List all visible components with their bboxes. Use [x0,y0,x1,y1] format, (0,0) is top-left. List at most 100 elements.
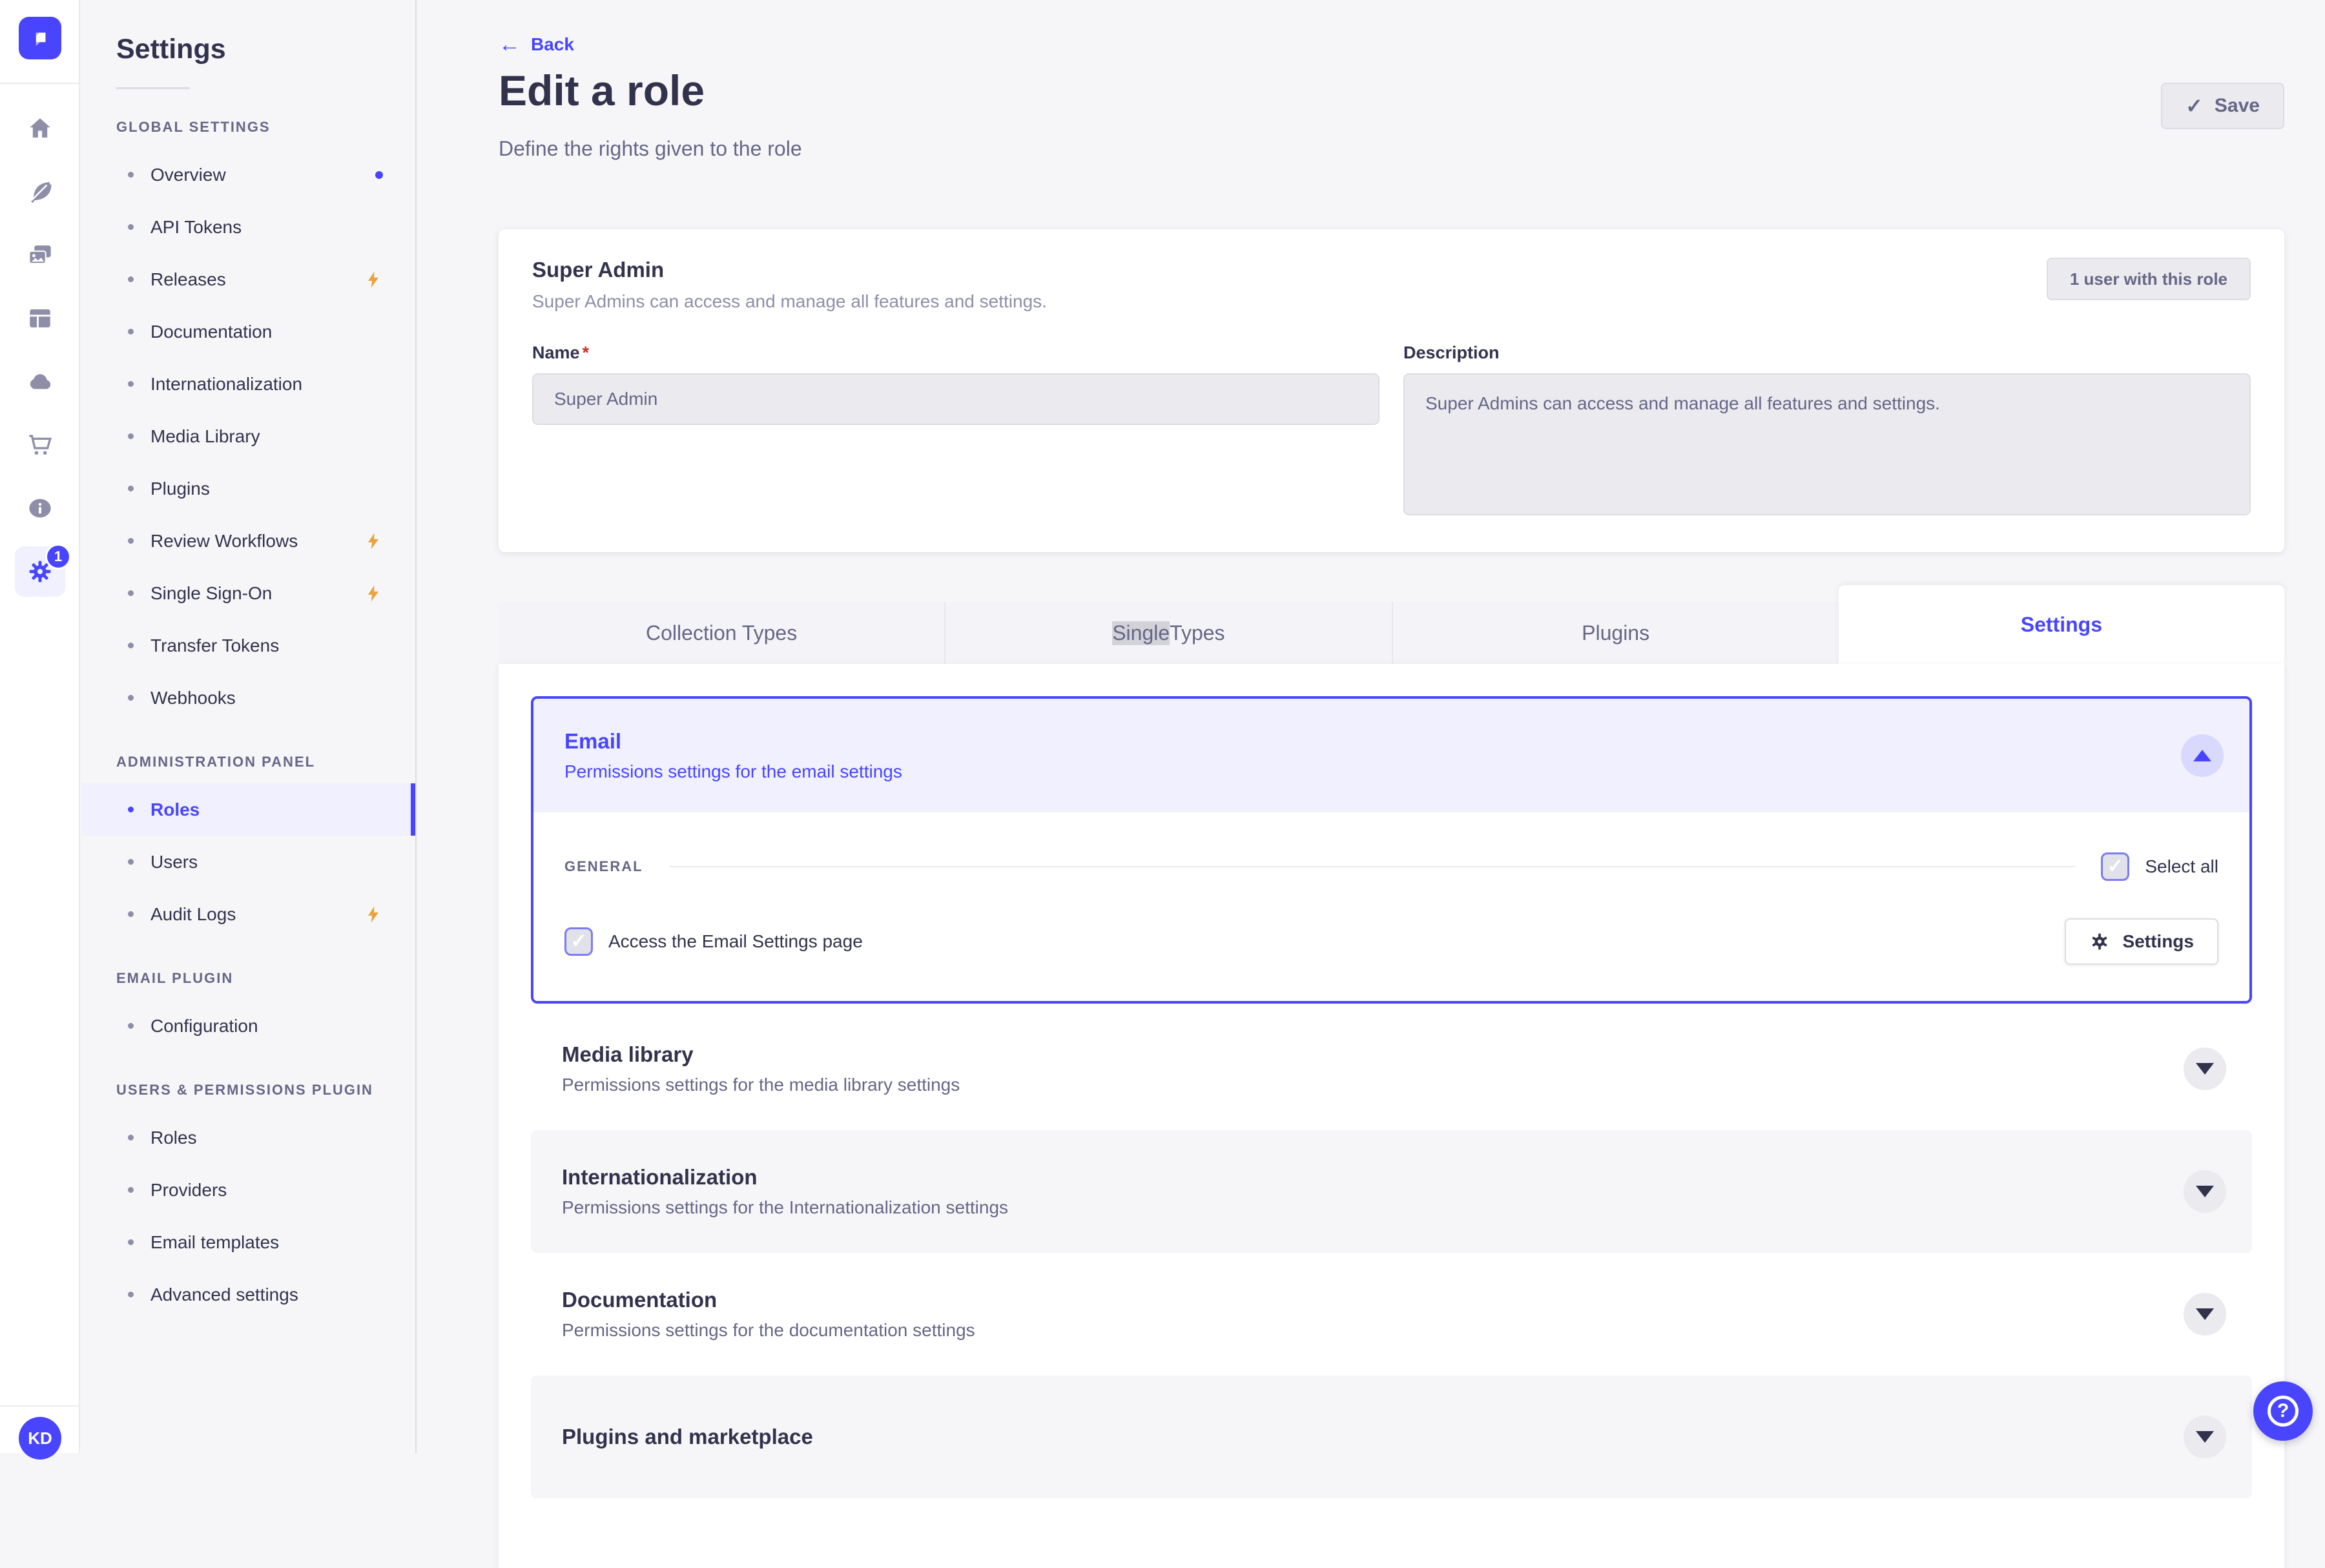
role-details-card: Super Admin Super Admins can access and … [499,229,2284,552]
settings-permissions-panel: Email Permissions settings for the email… [499,664,2284,1568]
sidebar-item-email-templates[interactable]: Email templates [81,1216,415,1268]
sidebar-item-webhooks[interactable]: Webhooks [81,672,415,724]
cloud-icon[interactable] [0,350,80,413]
layout-icon[interactable] [0,287,80,350]
sidebar-item-plugins[interactable]: Plugins [81,462,415,515]
save-button[interactable]: ✓ Save [2161,83,2284,129]
permissions-tabs: Collection Types Single Types Plugins Se… [499,585,2284,664]
tab-settings[interactable]: Settings [1838,585,2284,664]
sidebar-title-divider [116,87,190,89]
lightning-icon [364,531,383,551]
bullet-icon [128,329,134,335]
bullet-icon [128,224,134,230]
marketplace-cart-icon[interactable] [0,413,80,477]
bullet-icon [128,807,134,812]
avatar[interactable]: KD [19,1417,61,1460]
section-label-global-settings: GLOBAL SETTINGS [116,119,271,135]
selected-text: Single [1112,621,1170,645]
email-accordion: Email Permissions settings for the email… [531,696,2252,1004]
email-accordion-header[interactable]: Email Permissions settings for the email… [533,699,2249,812]
rail-divider [0,83,79,84]
sidebar-item-media-library[interactable]: Media Library [81,410,415,462]
back-link[interactable]: ← Back [499,34,574,56]
bullet-icon [128,859,134,865]
sidebar-item-configuration[interactable]: Configuration [81,1000,415,1052]
settings-gear-icon[interactable]: 1 [0,540,80,603]
settings-cog-button[interactable]: Settings [2064,918,2218,965]
name-field: Name * [532,343,1380,519]
bullet-icon [128,172,134,178]
email-plugin-items: Configuration [81,1000,415,1052]
section-label-email-plugin: EMAIL PLUGIN [116,970,234,986]
settings-sidebar: Settings GLOBAL SETTINGS Overview API To… [81,0,417,1453]
sidebar-item-roles[interactable]: Roles [81,783,415,836]
bullet-icon [128,911,134,917]
chevron-down-icon [2196,1431,2214,1443]
lightning-icon [364,270,383,289]
gear-icon [2092,933,2107,950]
sidebar-item-single-sign-on[interactable]: Single Sign-On [81,567,415,619]
bullet-icon [128,590,134,596]
home-icon[interactable] [0,97,80,160]
tab-plugins[interactable]: Plugins [1391,602,1839,664]
bullet-icon [128,276,134,282]
strapi-logo[interactable] [19,17,61,59]
info-icon[interactable] [0,477,80,540]
collapse-accordion-button[interactable] [2181,734,2224,777]
users-permissions-items: Roles Providers Email templates Advanced… [81,1111,415,1321]
sidebar-item-overview[interactable]: Overview [81,149,415,201]
access-email-settings-checkbox[interactable]: ✓ Access the Email Settings page [564,927,863,956]
sidebar-item-internationalization[interactable]: Internationalization [81,358,415,410]
plugins-marketplace-accordion[interactable]: Plugins and marketplace [531,1376,2252,1498]
sidebar-item-api-tokens[interactable]: API Tokens [81,201,415,253]
strapi-logo-icon [36,32,46,46]
chevron-down-icon [2196,1063,2214,1075]
lightning-icon [364,584,383,603]
bullet-icon [128,1292,134,1297]
users-with-role-button[interactable]: 1 user with this role [2046,258,2251,300]
general-section-label: GENERAL [564,858,643,874]
check-icon: ✓ [2186,94,2203,118]
sidebar-item-up-roles[interactable]: Roles [81,1111,415,1164]
sidebar-item-users[interactable]: Users [81,836,415,888]
section-label-users-permissions-plugin: USERS & PERMISSIONS PLUGIN [116,1082,373,1098]
sidebar-item-audit-logs[interactable]: Audit Logs [81,888,415,940]
sidebar-item-providers[interactable]: Providers [81,1164,415,1216]
expand-accordion-button[interactable] [2184,1416,2226,1458]
documentation-accordion[interactable]: Documentation Permissions settings for t… [531,1253,2252,1376]
notification-badge: 1 [45,544,71,570]
media-library-accordion[interactable]: Media library Permissions settings for t… [531,1007,2252,1130]
name-input[interactable] [532,373,1380,425]
role-heading-block: Super Admin Super Admins can access and … [532,258,1047,312]
divider [668,866,2076,867]
checkbox-checked-icon: ✓ [564,927,593,956]
feather-icon[interactable] [0,160,80,223]
lightning-icon [364,905,383,924]
expand-accordion-button[interactable] [2184,1047,2226,1090]
bullet-icon [128,695,134,701]
description-label: Description [1403,343,1500,362]
rail-bottom-divider [0,1405,79,1407]
internationalization-accordion[interactable]: Internationalization Permissions setting… [531,1130,2252,1253]
expand-accordion-button[interactable] [2184,1170,2226,1213]
select-all-checkbox[interactable]: ✓ Select all [2101,852,2218,881]
sidebar-item-releases[interactable]: Releases [81,253,415,305]
media-library-icon[interactable] [0,223,80,287]
rail-icon-list: 1 [0,97,79,603]
expand-accordion-button[interactable] [2184,1293,2226,1336]
tab-single-types[interactable]: Single Types [944,602,1392,664]
bullet-icon [128,1023,134,1029]
sidebar-item-advanced-settings[interactable]: Advanced settings [81,1268,415,1321]
checkbox-checked-icon: ✓ [2101,852,2130,881]
sidebar-item-transfer-tokens[interactable]: Transfer Tokens [81,619,415,672]
bullet-icon [128,381,134,387]
chevron-down-icon [2196,1186,2214,1197]
tab-collection-types[interactable]: Collection Types [499,602,945,664]
description-input[interactable]: Super Admins can access and manage all f… [1403,373,2251,515]
bullet-icon [128,433,134,439]
help-button[interactable]: ? [2253,1381,2313,1441]
sidebar-item-review-workflows[interactable]: Review Workflows [81,515,415,567]
question-mark-icon: ? [2268,1396,2299,1427]
sidebar-item-documentation[interactable]: Documentation [81,305,415,358]
notification-dot-icon [375,170,383,179]
